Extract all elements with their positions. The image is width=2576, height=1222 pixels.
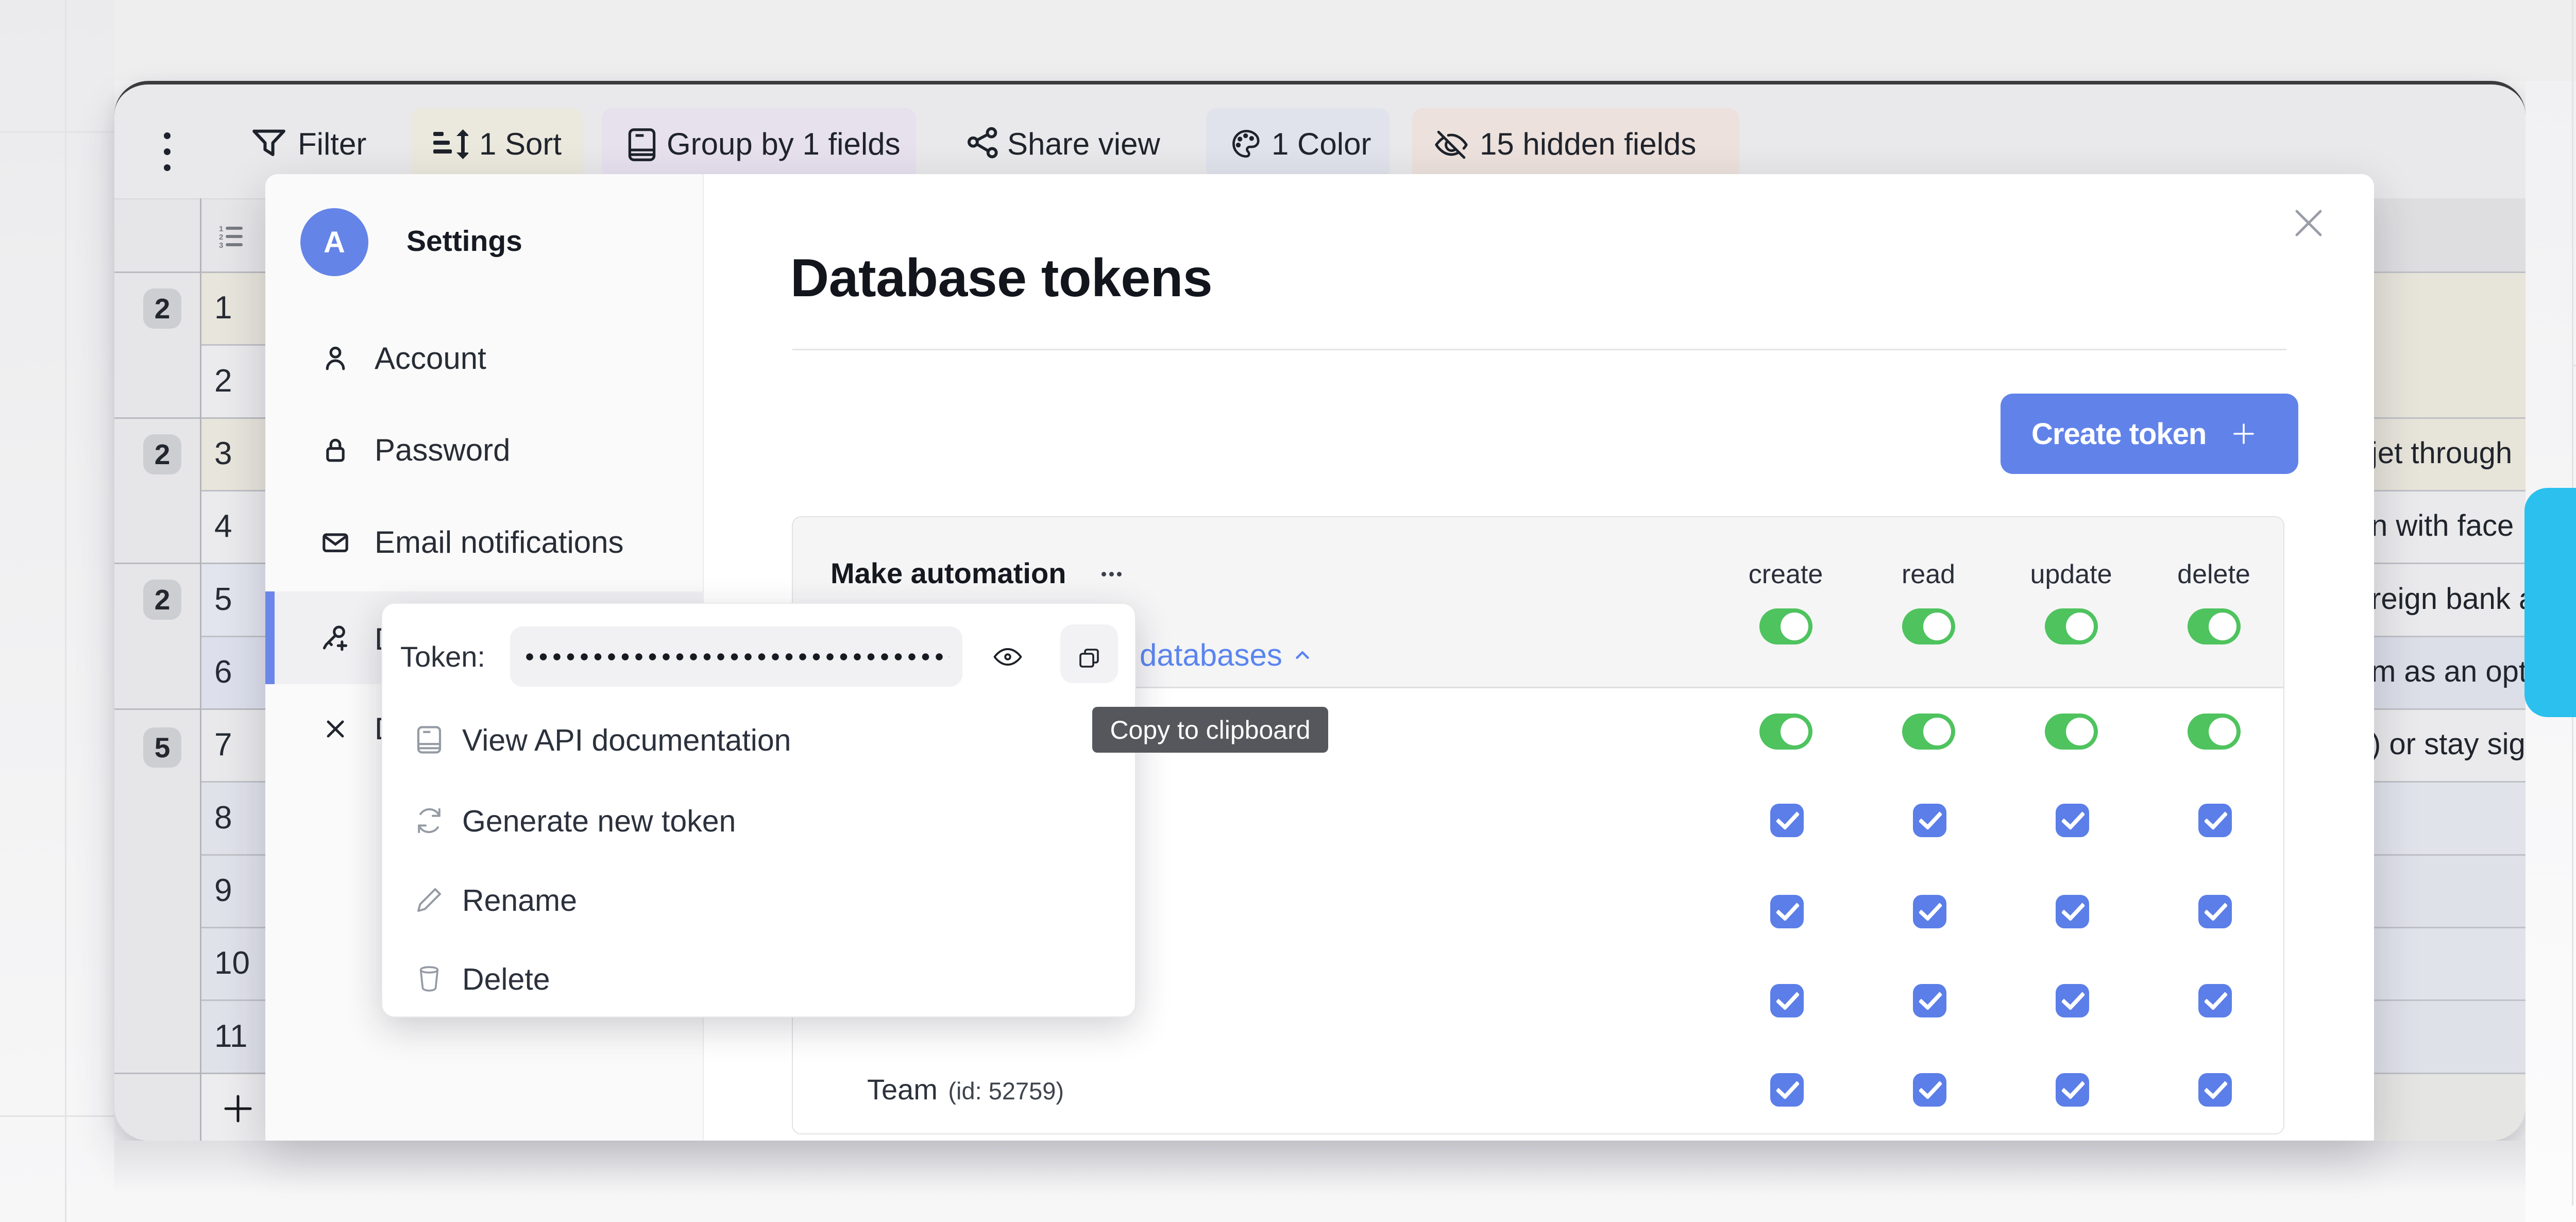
svg-text:3: 3 xyxy=(219,241,223,249)
svg-text:1: 1 xyxy=(219,225,223,233)
svg-text:2: 2 xyxy=(219,233,223,242)
